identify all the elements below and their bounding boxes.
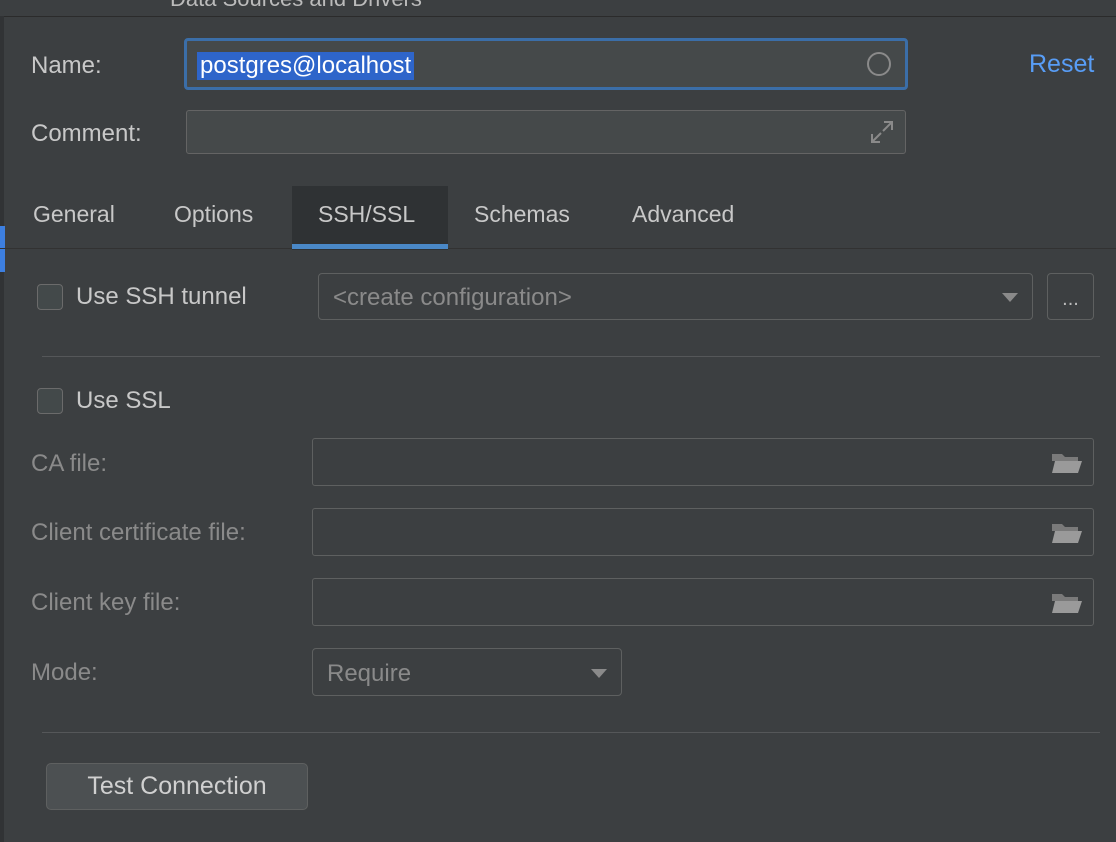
- ssl-mode-select[interactable]: Require: [312, 648, 622, 696]
- client-certificate-input[interactable]: [312, 508, 1094, 556]
- tab-ssh-ssl[interactable]: SSH/SSL: [318, 201, 415, 228]
- tab-schemas[interactable]: Schemas: [474, 201, 570, 228]
- comment-label: Comment:: [31, 120, 142, 147]
- use-ssl-checkbox[interactable]: [37, 388, 63, 414]
- folder-icon[interactable]: [1051, 521, 1083, 545]
- name-input-value: postgres@localhost: [197, 52, 415, 80]
- mode-label: Mode:: [31, 659, 98, 686]
- tab-advanced[interactable]: Advanced: [632, 201, 734, 228]
- window-title-bar: Data Sources and Drivers: [0, 0, 1116, 17]
- use-ssl-label[interactable]: Use SSL: [76, 387, 171, 415]
- tab-options[interactable]: Options: [174, 201, 253, 228]
- tab-active-indicator: [292, 244, 448, 249]
- footer-separator: [42, 732, 1100, 733]
- chevron-down-icon: [591, 669, 607, 678]
- chevron-down-icon: [1002, 293, 1018, 302]
- comment-input[interactable]: [186, 110, 906, 154]
- client-key-label: Client key file:: [31, 589, 181, 616]
- ca-file-input[interactable]: [312, 438, 1094, 486]
- ssh-configuration-select[interactable]: <create configuration>: [318, 273, 1033, 320]
- name-label: Name:: [31, 52, 102, 79]
- client-key-input[interactable]: [312, 578, 1094, 626]
- tabs-divider: [0, 248, 1116, 249]
- ca-file-label: CA file:: [31, 450, 108, 477]
- ssh-ssl-separator: [42, 356, 1100, 357]
- circle-icon[interactable]: [867, 52, 891, 76]
- name-input[interactable]: postgres@localhost: [184, 38, 908, 90]
- use-ssh-tunnel-label[interactable]: Use SSH tunnel: [76, 283, 247, 311]
- folder-icon[interactable]: [1051, 591, 1083, 615]
- test-connection-button[interactable]: Test Connection: [46, 763, 308, 810]
- use-ssh-tunnel-checkbox[interactable]: [37, 284, 63, 310]
- client-certificate-label: Client certificate file:: [31, 519, 246, 546]
- left-panel-selection-marker: [0, 226, 5, 272]
- ssh-configuration-more-button[interactable]: ...: [1047, 273, 1094, 320]
- expand-icon[interactable]: [869, 119, 895, 145]
- reset-link[interactable]: Reset: [1029, 50, 1094, 79]
- ssl-mode-value: Require: [327, 660, 412, 687]
- window-title: Data Sources and Drivers: [170, 0, 422, 12]
- folder-icon[interactable]: [1051, 451, 1083, 475]
- ssh-configuration-value: <create configuration>: [333, 284, 572, 311]
- tab-general[interactable]: General: [33, 201, 115, 228]
- left-panel-edge: [0, 16, 4, 842]
